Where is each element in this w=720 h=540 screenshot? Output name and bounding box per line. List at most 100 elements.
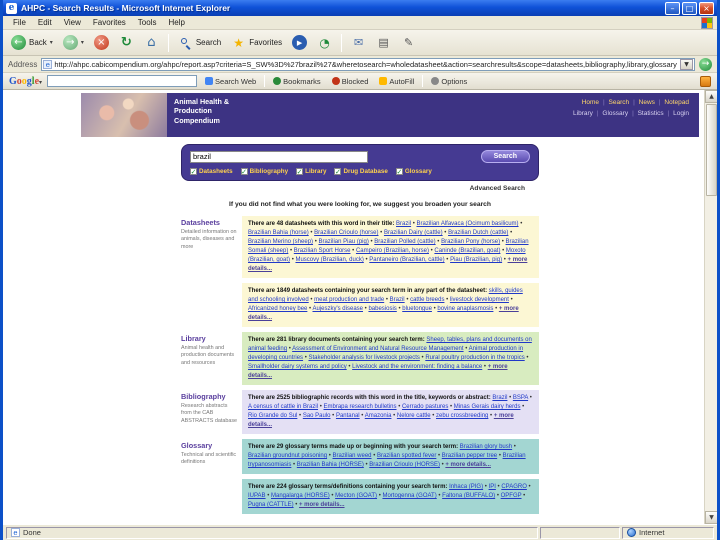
search-scope-checkbox[interactable]: Drug Database	[334, 168, 388, 175]
result-link[interactable]: Caninde (Brazilian, goat)	[434, 248, 500, 254]
checkbox-checked-icon[interactable]	[190, 168, 197, 175]
checkbox-checked-icon[interactable]	[395, 168, 403, 175]
result-link[interactable]: IPI	[489, 484, 496, 490]
result-link[interactable]: Brazilian Sport Horse	[294, 248, 351, 254]
result-link[interactable]: Brazilian pepper tree	[442, 453, 497, 459]
result-link[interactable]: Brazilian Alfavaca (Ocimum basilicum)	[417, 221, 519, 227]
result-link[interactable]: IUPAB	[248, 493, 266, 499]
mail-button[interactable]: ✉	[347, 34, 370, 51]
checkbox-checked-icon[interactable]	[334, 168, 342, 175]
result-link[interactable]: Brazilian Crioulo (horse)	[314, 230, 378, 236]
back-button[interactable]: ← Back ▾	[7, 34, 57, 51]
result-link[interactable]: Livestock and the environment: finding a…	[352, 364, 482, 370]
result-link[interactable]: Embrapa research bulletins	[323, 404, 396, 410]
compendium-search-input[interactable]	[190, 150, 368, 163]
result-link[interactable]: meat production and trade	[314, 297, 384, 303]
result-link[interactable]: Assessment of Environment and Natural Re…	[292, 346, 463, 352]
result-link[interactable]: Brazil	[396, 221, 411, 227]
result-link[interactable]: Sao Paulo	[303, 413, 331, 419]
checkbox-checked-icon[interactable]	[240, 168, 248, 175]
search-scope-checkbox[interactable]: Datasheets	[190, 168, 233, 175]
menu-tools[interactable]: Tools	[132, 18, 163, 27]
menu-edit[interactable]: Edit	[32, 18, 58, 27]
maximize-button[interactable]: □	[682, 1, 697, 15]
result-link[interactable]: Pugna (CATTLE)	[248, 502, 294, 508]
result-link[interactable]: Mortogenna (GOAT)	[382, 493, 436, 499]
result-link[interactable]: Brazilian groundnut poisoning	[248, 453, 327, 459]
result-link[interactable]: Pantaneiro (Brazilian, cattle)	[369, 257, 444, 263]
result-link[interactable]: Piau (Brazilian, pig)	[450, 257, 502, 263]
google-autofill-button[interactable]: AutoFill	[376, 77, 417, 86]
result-link[interactable]: Brazilian Merino (sheep)	[248, 239, 313, 245]
google-popup-blocker-button[interactable]: Blocked	[329, 77, 372, 86]
home-button[interactable]: ⌂	[140, 34, 163, 51]
scroll-down-button[interactable]: ▼	[705, 511, 717, 524]
compendium-search-button[interactable]: Search	[480, 150, 530, 163]
search-scope-checkbox[interactable]: Bibliography	[240, 168, 288, 175]
result-link[interactable]: Brazilian Bahia (HORSE)	[297, 462, 364, 468]
menu-favorites[interactable]: Favorites	[87, 18, 132, 27]
result-link[interactable]: livestock development	[450, 297, 509, 303]
address-bar[interactable]: e ▼	[41, 57, 695, 71]
result-link[interactable]: Brazilian Dairy (cattle)	[384, 230, 443, 236]
nav-link[interactable]: Home	[580, 99, 601, 106]
result-link[interactable]: Brazilian spotted fever	[377, 453, 436, 459]
result-link[interactable]: Muscovy (Brazilian, duck)	[295, 257, 363, 263]
result-link[interactable]: Brazilian Bahia (horse)	[248, 230, 309, 236]
result-link[interactable]: Smallholder dairy systems and policy	[248, 364, 347, 370]
result-link[interactable]: zebu crossbreeding	[436, 413, 488, 419]
menu-file[interactable]: File	[7, 18, 32, 27]
stop-button[interactable]: ×	[90, 34, 113, 51]
result-link[interactable]: OPFGP	[501, 493, 522, 499]
google-bookmarks-button[interactable]: Bookmarks	[270, 77, 324, 86]
result-link[interactable]: Africanized honey bee	[248, 306, 307, 312]
result-link[interactable]: Brazilian Polled (cattle)	[374, 239, 435, 245]
result-link[interactable]: Rio Grande do Sul	[248, 413, 297, 419]
media-button[interactable]: ▶	[288, 34, 311, 51]
nav-link[interactable]: Statistics	[630, 110, 666, 117]
forward-button[interactable]: → ▾	[59, 34, 88, 51]
nav-link[interactable]: Search	[601, 99, 631, 106]
result-link[interactable]: bovine anaplasmosis	[437, 306, 493, 312]
result-link[interactable]: Aujeszky's disease	[312, 306, 363, 312]
result-link[interactable]: Brazil	[390, 297, 405, 303]
result-link[interactable]: Stakeholder analysis for livestock proje…	[308, 355, 419, 361]
go-button[interactable]: →	[699, 57, 712, 71]
google-options-button[interactable]: Options	[428, 77, 470, 86]
checkbox-checked-icon[interactable]	[296, 168, 304, 175]
result-link[interactable]: Rural poultry production in the tropics	[425, 355, 524, 361]
result-link[interactable]: Amazonia	[365, 413, 392, 419]
google-dropdown-icon[interactable]: ▾	[39, 79, 42, 86]
favorites-button[interactable]: ★ Favorites	[227, 34, 286, 51]
toolbar-extension-icon[interactable]	[700, 75, 711, 87]
result-link[interactable]: Minas Gerais dairy herds	[454, 404, 521, 410]
advanced-search-link[interactable]: Advanced Search	[181, 185, 525, 192]
result-link[interactable]: babesiosis	[368, 306, 396, 312]
result-link[interactable]: Brazilian Dutch (cattle)	[448, 230, 508, 236]
menu-help[interactable]: Help	[162, 18, 190, 27]
search-button[interactable]: Search	[174, 34, 225, 51]
scrollbar-thumb[interactable]	[706, 104, 717, 196]
search-scope-checkbox[interactable]: Library	[296, 168, 326, 175]
nav-link[interactable]: Notepad	[657, 99, 691, 106]
result-link[interactable]: Brazilian Pony (horse)	[441, 239, 500, 245]
search-scope-checkbox[interactable]: Glossary	[395, 168, 432, 175]
result-link[interactable]: Campeiro (Brazilian, horse)	[356, 248, 429, 254]
nav-link[interactable]: News	[631, 99, 657, 106]
vertical-scrollbar[interactable]: ▲ ▼	[704, 90, 717, 524]
result-link[interactable]: Brazilian Crioulo (HORSE)	[369, 462, 440, 468]
result-link[interactable]: cattle breeds	[410, 297, 444, 303]
refresh-button[interactable]: ↻	[115, 34, 138, 51]
result-link[interactable]: Nelore cattle	[397, 413, 431, 419]
result-link[interactable]: CPAGRO	[501, 484, 527, 490]
more-details-link[interactable]: + more details...	[299, 502, 345, 508]
nav-link[interactable]: Library	[571, 110, 595, 117]
scroll-up-button[interactable]: ▲	[705, 90, 717, 103]
history-button[interactable]: ◔	[313, 34, 336, 51]
result-link[interactable]: BSPA	[513, 395, 528, 401]
address-input[interactable]	[54, 59, 680, 69]
result-link[interactable]: Brazilian glory bush	[460, 444, 512, 450]
forward-dropdown-icon[interactable]: ▾	[81, 39, 84, 46]
google-search-input[interactable]	[47, 75, 198, 87]
more-details-link[interactable]: + more details...	[445, 462, 491, 468]
